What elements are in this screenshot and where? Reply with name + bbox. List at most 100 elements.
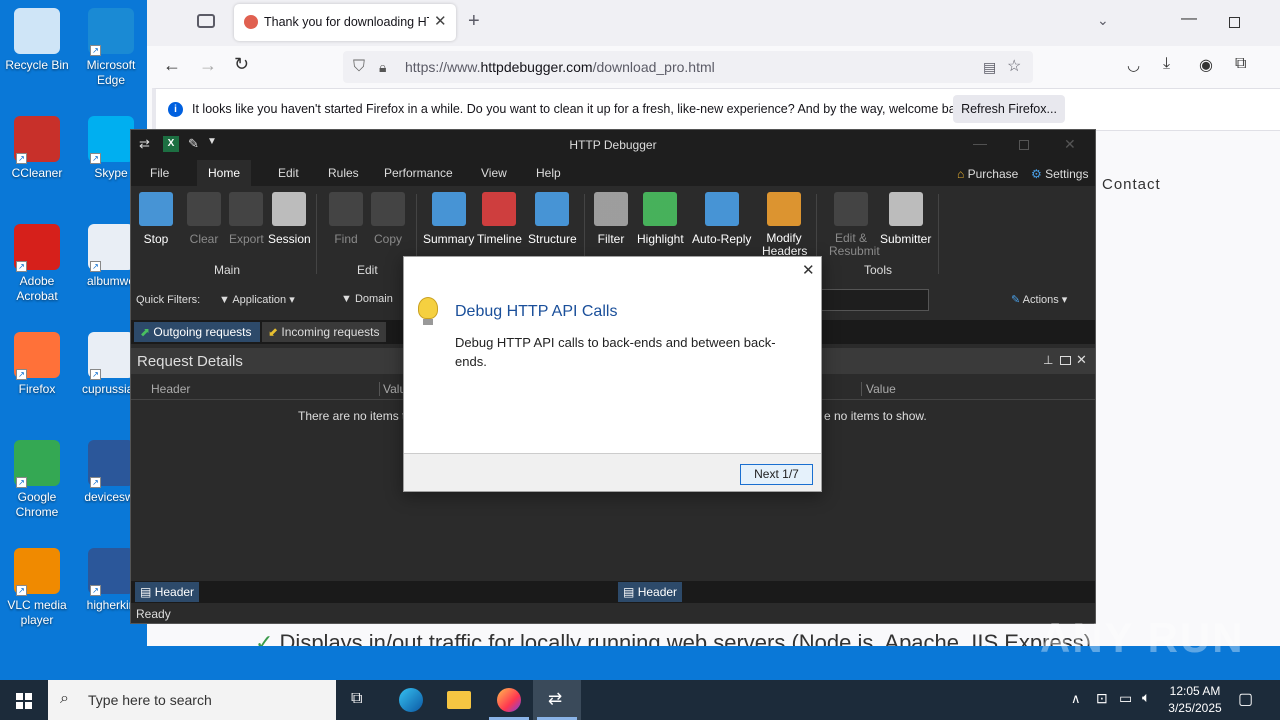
ribbon-button-rules[interactable]: Auto-Reply [692, 192, 751, 246]
maximize-icon[interactable] [1229, 17, 1240, 28]
ribbon-button-main[interactable]: Session [268, 192, 311, 246]
panel-close-icon[interactable]: ✕ [1076, 352, 1087, 368]
desktop-icon[interactable]: ↗ Google Chrome [0, 440, 74, 520]
forward-icon[interactable]: → [199, 55, 217, 76]
bottom-tab-header-left[interactable]: ▤ Header [135, 582, 199, 602]
reader-view-icon[interactable]: ▤ [983, 51, 996, 83]
ribbon-button-view[interactable]: Summary [423, 192, 474, 246]
start-button[interactable] [0, 680, 48, 720]
dialog-close-icon[interactable]: ✕ [802, 261, 815, 279]
chevron-down-icon[interactable]: ⌄ [1097, 12, 1109, 29]
downloads-icon[interactable]: ⤓ [1163, 55, 1170, 73]
volume-icon[interactable]: 🔈︎ [1142, 689, 1150, 706]
desktop-icon[interactable]: ↗ CCleaner [0, 116, 74, 181]
pin-icon[interactable]: ⊥ [1043, 353, 1053, 367]
next-button[interactable]: Next 1/7 [740, 464, 813, 485]
ribbon-button-edit[interactable]: Copy [371, 192, 405, 246]
menu-tab[interactable]: Home [197, 160, 252, 186]
tab-list-icon[interactable] [197, 14, 215, 28]
back-icon[interactable]: ← [163, 55, 181, 76]
app-maximize-icon[interactable] [1019, 140, 1029, 150]
device-icon[interactable]: ⊡ [1096, 690, 1108, 707]
ribbon-button-main[interactable]: Clear [187, 192, 221, 246]
settings-link[interactable]: ⚙ Settings [1031, 167, 1088, 181]
menu-tab[interactable]: Rules [317, 160, 370, 186]
menu-tab[interactable]: Help [525, 160, 572, 186]
ribbon-button-rules[interactable]: Highlight [637, 192, 684, 246]
desktop-icon[interactable]: ↗ Firefox [0, 332, 74, 397]
app-shortcut-icon [14, 8, 60, 54]
ribbon-button-label: Timeline [477, 232, 522, 246]
file-explorer-icon[interactable] [435, 680, 483, 720]
ribbon-icon [535, 192, 570, 226]
extensions-icon[interactable]: ⧉ [1235, 55, 1246, 73]
ribbon-button-tools[interactable]: Edit & Resubmit [829, 192, 880, 258]
application-filter[interactable]: ▼ Application ▾ [219, 293, 295, 306]
close-tab-icon[interactable]: ✕ [434, 12, 447, 30]
ribbon-button-view[interactable]: Structure [528, 192, 577, 246]
actions-menu[interactable]: ✎ Actions ▾ [1011, 293, 1067, 306]
reload-icon[interactable]: ↻ [234, 54, 249, 75]
minimize-icon[interactable]: — [1181, 10, 1197, 28]
desktop-icon[interactable]: ↗ Adobe Acrobat [0, 224, 74, 304]
domain-filter[interactable]: ▼ Domain [341, 293, 393, 305]
col-value-right[interactable]: Value [861, 382, 896, 396]
task-view-icon[interactable]: ⧉ [338, 680, 386, 720]
new-tab-icon[interactable]: + [468, 10, 480, 33]
tab-outgoing[interactable]: ⬈ Outgoing requests [134, 322, 260, 342]
app-shortcut-icon: ↗ [88, 8, 134, 56]
lock-icon[interactable]: 🔒︎ [379, 51, 386, 83]
tab-active[interactable]: Thank you for downloading HT ✕ [234, 4, 456, 41]
menu-tab[interactable]: Edit [267, 160, 310, 186]
edge-taskbar-icon[interactable] [387, 680, 435, 720]
info-icon: i [168, 102, 183, 117]
quick-search-input[interactable] [821, 289, 929, 311]
ribbon-icon [139, 192, 173, 226]
ribbon-button-main[interactable]: Stop [139, 192, 173, 246]
clock[interactable]: 12:05 AM 3/25/2025 [1163, 683, 1227, 717]
account-icon[interactable]: ◉ [1199, 55, 1213, 75]
firefox-taskbar-icon[interactable] [485, 680, 533, 720]
ribbon-button-edit[interactable]: Find [329, 192, 363, 246]
url-bar[interactable]: ⛉ 🔒︎ https://www.httpdebugger.com/downlo… [343, 51, 1033, 83]
chevron-up-icon[interactable]: ∧ [1071, 691, 1081, 707]
ribbon-icon [272, 192, 307, 226]
page-contact-link[interactable]: Contact [1102, 176, 1161, 193]
group-main-label: Main [214, 263, 241, 277]
network-icon[interactable]: ▭ [1119, 690, 1132, 707]
http-debugger-taskbar-icon[interactable]: ⇄ [533, 680, 581, 720]
outgoing-icon: ⬈ [140, 325, 151, 339]
group-tools-label: Tools [864, 263, 893, 277]
ribbon-button-view[interactable]: Timeline [477, 192, 522, 246]
bookmark-star-icon[interactable]: ☆ [1007, 51, 1021, 83]
desktop-icon[interactable]: Recycle Bin [0, 8, 74, 73]
ribbon-button-main[interactable]: Export [229, 192, 264, 246]
dialog-title: Debug HTTP API Calls [455, 303, 618, 320]
refresh-firefox-button[interactable]: Refresh Firefox... [953, 95, 1065, 123]
app-minimize-icon[interactable]: — [973, 135, 987, 151]
search-box[interactable]: ⌕ Type here to search [48, 680, 336, 720]
desktop-icon-label: VLC media player [7, 598, 67, 627]
menu-tab[interactable]: Performance [373, 160, 464, 186]
shield-icon[interactable]: ⛉ [353, 51, 365, 83]
gear-icon: ⚙ [1031, 167, 1042, 181]
app-close-icon[interactable]: ✕ [1064, 136, 1076, 153]
ribbon-button-rules[interactable]: Filter [594, 192, 628, 246]
menu-tab[interactable]: View [470, 160, 518, 186]
menu-tab[interactable]: File [139, 160, 180, 186]
panel-maximize-icon[interactable] [1060, 356, 1071, 365]
notifications-icon[interactable]: ▢ [1238, 689, 1253, 709]
pocket-icon[interactable]: ◡ [1127, 56, 1140, 74]
col-header-left[interactable]: Header [151, 382, 190, 396]
funnel-icon: ▼ [219, 294, 230, 306]
clock-date: 3/25/2025 [1168, 701, 1222, 715]
table-icon: ▤ [623, 585, 635, 599]
ribbon-button-rules[interactable]: Modify Headers [762, 192, 807, 258]
bottom-tab-header-right[interactable]: ▤ Header [618, 582, 682, 602]
ribbon-button-tools[interactable]: Submitter [880, 192, 931, 246]
tab-incoming[interactable]: ⬋ Incoming requests [262, 322, 386, 342]
desktop-icon-label: CCleaner [11, 166, 63, 180]
desktop-icon[interactable]: ↗ VLC media player [0, 548, 74, 628]
desktop-icon[interactable]: ↗ Microsoft Edge [74, 8, 148, 88]
purchase-link[interactable]: ⌂ Purchase [957, 167, 1018, 181]
